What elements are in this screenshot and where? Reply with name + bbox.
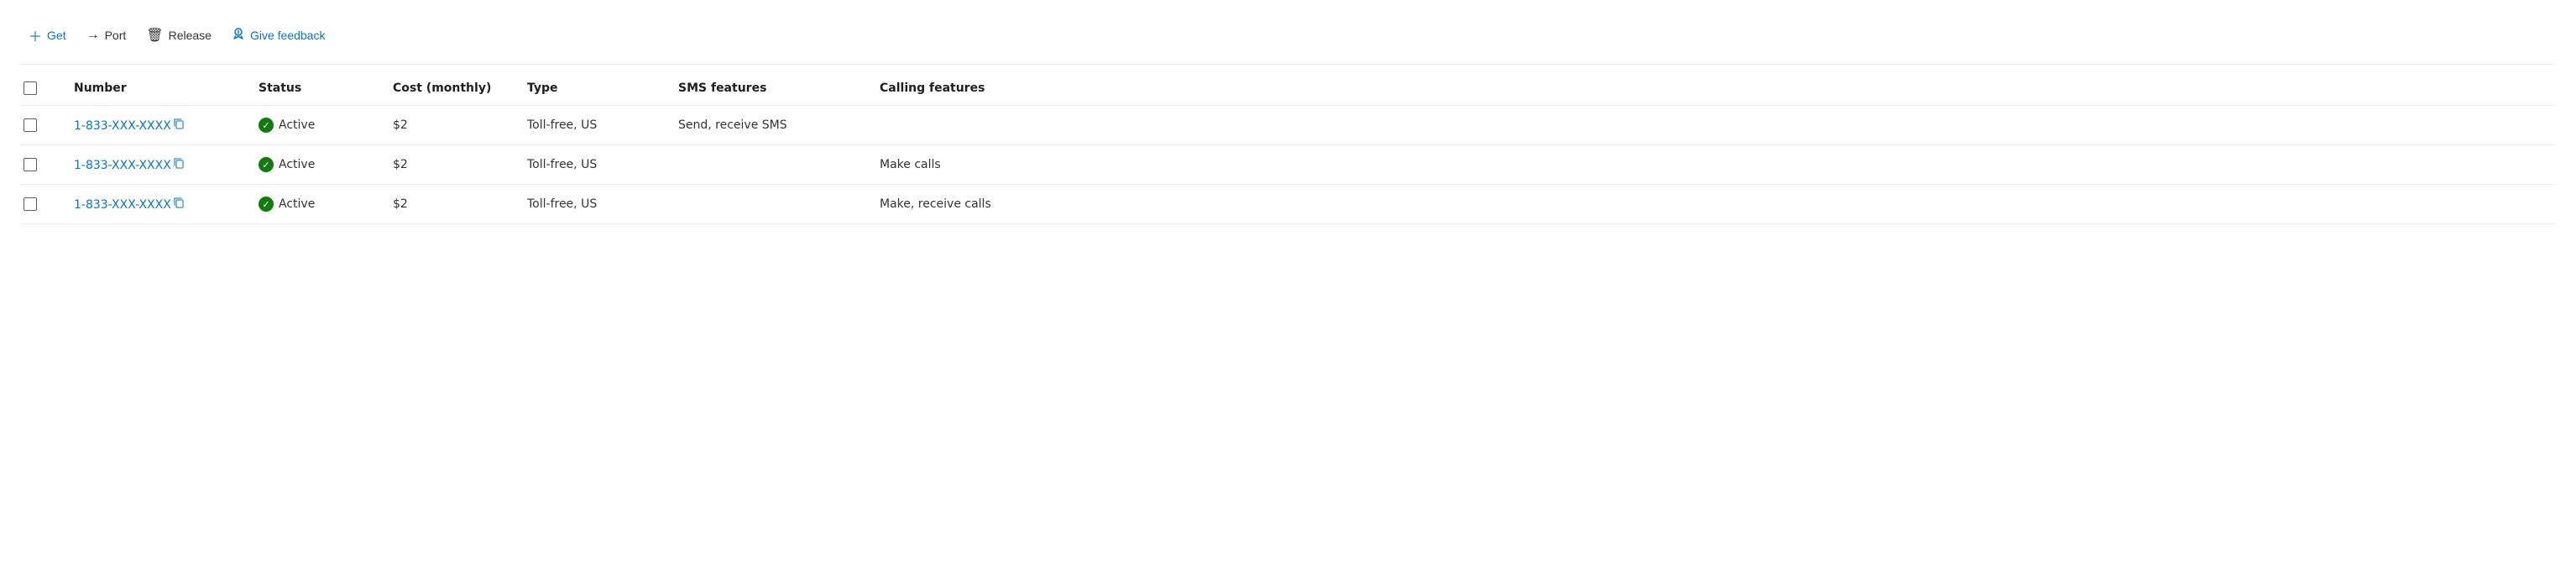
row-checkbox-cell [20, 145, 60, 185]
arrow-right-icon: → [86, 28, 100, 43]
row-calling-cell: Make calls [866, 145, 2556, 185]
phone-number-link[interactable]: 1-833-XXX-XXXX [74, 198, 171, 212]
get-button[interactable]: ＋ Get [20, 20, 75, 50]
status-badge: Active [259, 197, 315, 212]
header-type: Type [514, 71, 665, 106]
select-all-checkbox[interactable] [24, 81, 37, 95]
row-select-checkbox[interactable] [24, 118, 37, 132]
copy-number-icon[interactable] [171, 118, 186, 134]
row-select-checkbox[interactable] [24, 158, 37, 171]
port-label: Port [105, 29, 127, 42]
row-checkbox-cell [20, 106, 60, 145]
header-status: Status [245, 71, 379, 106]
table-row: 1-833-XXX-XXXX Active $2Toll-free, US Make… [20, 145, 2556, 185]
phone-number-link[interactable]: 1-833-XXX-XXXX [74, 119, 171, 133]
header-number: Number [60, 71, 245, 106]
row-checkbox-cell [20, 185, 60, 224]
status-badge: Active [259, 118, 315, 133]
active-status-icon [259, 118, 274, 133]
port-button[interactable]: → Port [78, 23, 135, 48]
phone-numbers-table: Number Status Cost (monthly) Type SMS fe… [20, 71, 2556, 224]
active-status-icon [259, 157, 274, 172]
header-cost: Cost (monthly) [379, 71, 514, 106]
header-calling: Calling features [866, 71, 2556, 106]
row-select-checkbox[interactable] [24, 197, 37, 211]
active-status-icon [259, 197, 274, 212]
feedback-button[interactable]: Give feedback [223, 22, 334, 50]
status-text: Active [279, 158, 315, 171]
row-type-cell: Toll-free, US [514, 185, 665, 224]
row-cost-cell: $2 [379, 185, 514, 224]
status-badge: Active [259, 157, 315, 172]
row-number-cell: 1-833-XXX-XXXX [60, 145, 245, 185]
table-row: 1-833-XXX-XXXX Active $2Toll-free, US Make… [20, 185, 2556, 224]
header-checkbox-cell [20, 71, 60, 106]
trash-icon: 🗑 [146, 27, 163, 44]
row-calling-cell: Make, receive calls [866, 185, 2556, 224]
table-row: 1-833-XXX-XXXX Active $2Toll-free, USSend… [20, 106, 2556, 145]
copy-number-icon[interactable] [171, 197, 186, 213]
get-label: Get [47, 29, 66, 42]
row-calling-cell [866, 106, 2556, 145]
row-sms-cell [665, 145, 866, 185]
row-cost-cell: $2 [379, 106, 514, 145]
copy-number-icon[interactable] [171, 158, 186, 174]
feedback-label: Give feedback [250, 29, 326, 42]
row-status-cell: Active [245, 106, 379, 145]
status-text: Active [279, 118, 315, 132]
release-button[interactable]: 🗑 Release [138, 22, 220, 49]
row-cost-cell: $2 [379, 145, 514, 185]
row-status-cell: Active [245, 185, 379, 224]
feedback-icon [232, 27, 245, 45]
plus-icon: ＋ [29, 25, 42, 45]
row-number-cell: 1-833-XXX-XXXX [60, 185, 245, 224]
header-sms: SMS features [665, 71, 866, 106]
table-header-row: Number Status Cost (monthly) Type SMS fe… [20, 71, 2556, 106]
phone-number-link[interactable]: 1-833-XXX-XXXX [74, 159, 171, 172]
status-text: Active [279, 197, 315, 211]
row-type-cell: Toll-free, US [514, 106, 665, 145]
row-number-cell: 1-833-XXX-XXXX [60, 106, 245, 145]
row-sms-cell [665, 185, 866, 224]
toolbar: ＋ Get → Port 🗑 Release Give feedback [20, 13, 2556, 65]
release-label: Release [169, 29, 212, 42]
row-type-cell: Toll-free, US [514, 145, 665, 185]
row-status-cell: Active [245, 145, 379, 185]
row-sms-cell: Send, receive SMS [665, 106, 866, 145]
